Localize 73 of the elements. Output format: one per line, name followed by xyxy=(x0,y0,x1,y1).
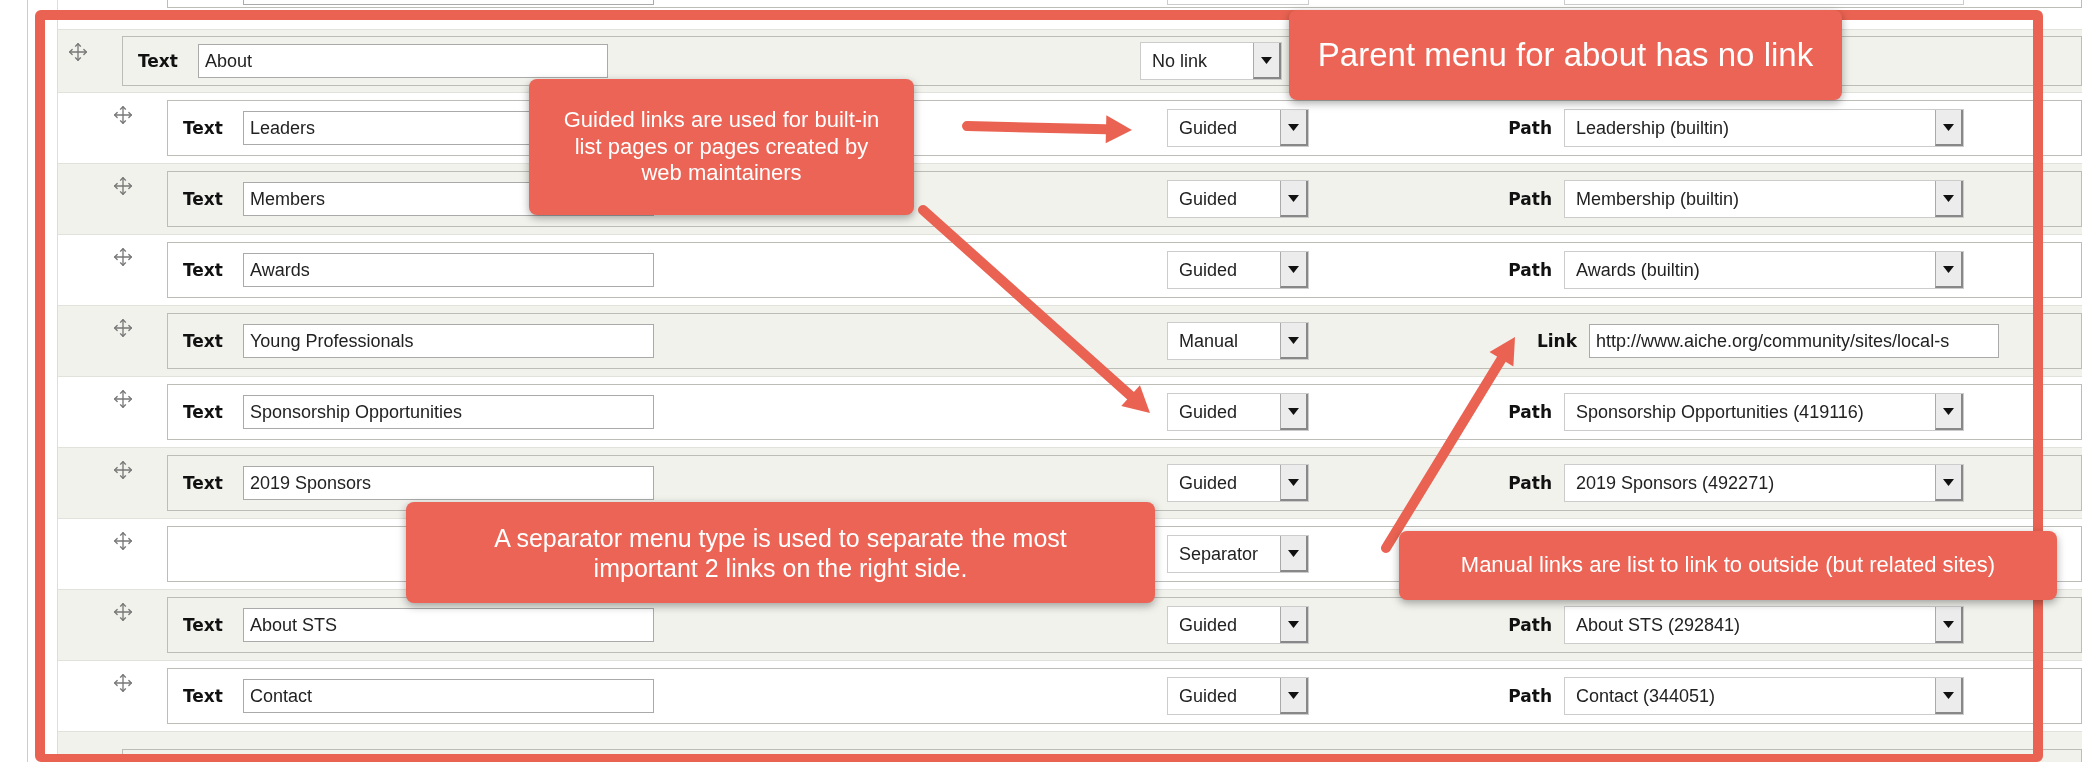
caret-icon xyxy=(1943,620,1954,628)
dropdown-select[interactable]: Guided xyxy=(1167,606,1309,644)
callout-tooltip: Manual links are list to link to outside (but related sites) xyxy=(1399,531,2057,600)
drag-handle-icon[interactable] xyxy=(68,42,88,62)
text-label: Text xyxy=(183,260,223,280)
text-input-field[interactable]: 2019 Sponsors xyxy=(243,466,654,500)
path-label: Path xyxy=(1508,402,1553,422)
dropdown-select[interactable]: Guided xyxy=(1167,109,1309,147)
path-label: Path xyxy=(1508,118,1553,138)
caret-icon xyxy=(1943,691,1954,699)
text-input-field[interactable]: Sponsorship Opportunities xyxy=(243,395,654,429)
dropdown-select[interactable]: No link xyxy=(1140,42,1282,80)
path-label: Path xyxy=(1508,615,1553,635)
callout-tooltip: Parent menu for about has no link xyxy=(1289,10,1842,100)
caret-icon xyxy=(1943,123,1954,131)
dropdown-select[interactable]: Guided xyxy=(1167,393,1309,431)
drag-handle-icon[interactable] xyxy=(113,105,133,125)
caret-icon xyxy=(1288,620,1299,628)
text-input-field[interactable]: About STS xyxy=(243,608,654,642)
text-label: Text xyxy=(183,118,223,138)
caret-icon xyxy=(1288,336,1299,344)
dropdown-select[interactable]: Separator xyxy=(1167,535,1309,573)
text-input-field[interactable]: Contact xyxy=(243,679,654,713)
dropdown-select[interactable]: Contact (344051) xyxy=(1564,677,1964,715)
drag-handle-icon[interactable] xyxy=(113,673,133,693)
dropdown-select[interactable]: Guided xyxy=(1167,464,1309,502)
text-input-field[interactable]: Young Professionals xyxy=(243,324,654,358)
callout-tooltip: A separator menu type is used to separate the most important 2 links on the right side. xyxy=(406,502,1155,603)
caret-icon xyxy=(1288,123,1299,131)
text-label: Text xyxy=(138,51,178,71)
caret-icon xyxy=(1288,194,1299,202)
caret-icon xyxy=(1288,265,1299,273)
dropdown-select[interactable]: About STS (292841) xyxy=(1564,606,1964,644)
path-label: Path xyxy=(1508,686,1553,706)
dropdown-select[interactable]: Sponsorship Opportunities (419116) xyxy=(1564,393,1964,431)
path-label: Path xyxy=(1508,473,1553,493)
caret-icon xyxy=(1261,56,1272,64)
caret-icon xyxy=(1288,478,1299,486)
caret-icon xyxy=(1943,265,1954,273)
caret-icon xyxy=(1288,407,1299,415)
link-input-field[interactable]: http://www.aiche.org/community/sites/local-s xyxy=(1589,324,1999,358)
dropdown-select[interactable]: Membership (builtin) xyxy=(1564,180,1964,218)
text-label: Text xyxy=(183,615,223,635)
text-label: Text xyxy=(183,473,223,493)
dropdown-select[interactable]: Guided xyxy=(1167,677,1309,715)
drag-handle-icon[interactable] xyxy=(113,247,133,267)
text-label: Text xyxy=(183,686,223,706)
drag-handle-icon[interactable] xyxy=(113,531,133,551)
caret-icon xyxy=(1288,549,1299,557)
dropdown-select[interactable]: Guided xyxy=(1167,251,1309,289)
drag-handle-icon[interactable] xyxy=(113,460,133,480)
caret-icon xyxy=(1943,194,1954,202)
dropdown-select[interactable]: Guided xyxy=(1167,180,1309,218)
text-input-field[interactable]: Awards xyxy=(243,253,654,287)
dropdown-select[interactable]: Manual xyxy=(1167,322,1309,360)
dropdown-select[interactable]: 2019 Sponsors (492271) xyxy=(1564,464,1964,502)
drag-handle-icon[interactable] xyxy=(113,602,133,622)
path-label: Path xyxy=(1508,260,1553,280)
caret-icon xyxy=(1288,691,1299,699)
caret-icon xyxy=(1943,478,1954,486)
text-label: Text xyxy=(183,402,223,422)
callout-tooltip: Guided links are used for built-in list pages or pages created by web maintainers xyxy=(529,79,914,215)
dropdown-select[interactable]: Leadership (builtin) xyxy=(1564,109,1964,147)
text-label: Text xyxy=(183,331,223,351)
drag-handle-icon[interactable] xyxy=(113,176,133,196)
path-label: Path xyxy=(1508,189,1553,209)
text-input-field[interactable]: About xyxy=(198,44,608,78)
link-label: Link xyxy=(1536,331,1578,351)
drag-handle-icon[interactable] xyxy=(113,389,133,409)
dropdown-select[interactable]: Awards (builtin) xyxy=(1564,251,1964,289)
caret-icon xyxy=(1943,407,1954,415)
text-label: Text xyxy=(183,189,223,209)
drag-handle-icon[interactable] xyxy=(113,318,133,338)
